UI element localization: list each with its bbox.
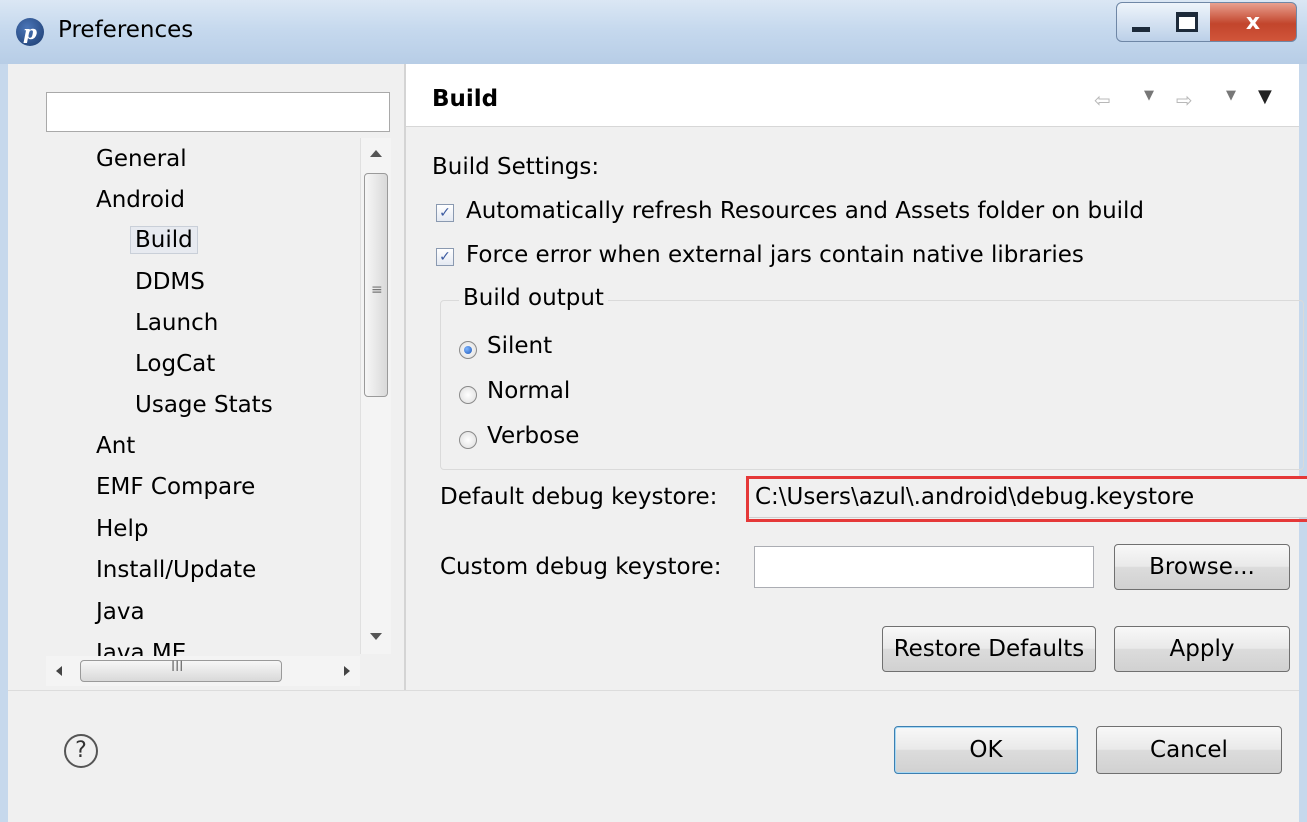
navigation-pane: General Android Build DDMS Launch LogCat… [38,78,412,690]
apply-button[interactable]: Apply [1114,626,1290,672]
forward-dropdown-icon[interactable]: ▼ [1226,88,1236,103]
silent-radio[interactable] [459,341,477,359]
tree-item-java[interactable]: Java [96,599,145,625]
custom-keystore-input[interactable] [754,546,1094,588]
minimize-button[interactable] [1116,2,1166,42]
help-icon[interactable]: ? [64,734,98,768]
minimize-icon [1132,26,1150,32]
default-keystore-label: Default debug keystore: [440,484,718,510]
filter-input[interactable] [46,92,390,132]
force-error-label[interactable]: Force error when external jars contain n… [466,242,1084,268]
tree-item-install-update[interactable]: Install/Update [96,557,256,583]
page-title: Build [432,86,499,112]
tree-item-help[interactable]: Help [96,516,148,542]
window-title: Preferences [58,17,194,43]
tree-item-ddms[interactable]: DDMS [135,269,205,295]
normal-radio[interactable] [459,386,477,404]
vertical-scroll-thumb[interactable]: ≡ [364,173,388,397]
app-logo-icon: p [16,18,44,46]
build-output-group: Build output Silent Normal Verbose [440,285,1304,470]
tree-item-usage-stats[interactable]: Usage Stats [135,392,273,418]
scroll-up-arrow-icon[interactable] [370,150,382,157]
restore-defaults-button[interactable]: Restore Defaults [882,626,1096,672]
page-header: Build ⇦ ▼ ⇨ ▼ ▼ [406,64,1299,127]
silent-label[interactable]: Silent [487,333,552,359]
build-settings-label: Build Settings: [432,154,600,180]
maximize-button[interactable] [1164,2,1211,42]
tree-item-emf-compare[interactable]: EMF Compare [96,474,255,500]
title-bar[interactable]: p Preferences x [0,0,1307,65]
scroll-down-arrow-icon[interactable] [370,633,382,640]
verbose-radio[interactable] [459,431,477,449]
preference-tree: General Android Build DDMS Launch LogCat… [38,142,412,692]
auto-refresh-checkbox[interactable]: ✓ [436,204,454,222]
auto-refresh-label[interactable]: Automatically refresh Resources and Asse… [466,198,1144,224]
tree-item-android[interactable]: Android [96,187,185,213]
close-icon: x [1245,9,1261,35]
back-arrow-icon[interactable]: ⇦ [1094,88,1111,112]
footer-separator [8,690,1299,691]
maximize-icon [1176,12,1198,32]
tree-vertical-scrollbar[interactable]: ≡ [360,138,391,654]
verbose-label[interactable]: Verbose [487,423,579,449]
tree-item-ant[interactable]: Ant [96,433,135,459]
cancel-button[interactable]: Cancel [1096,726,1282,774]
tree-item-launch[interactable]: Launch [135,310,218,336]
view-menu-icon[interactable]: ▼ [1258,86,1272,107]
tree-horizontal-scrollbar[interactable]: III [46,656,360,686]
force-error-checkbox[interactable]: ✓ [436,248,454,266]
tree-item-build[interactable]: Build [130,226,198,254]
dialog-body: General Android Build DDMS Launch LogCat… [0,64,1307,822]
close-button[interactable]: x [1210,2,1297,42]
preference-page: Build ⇦ ▼ ⇨ ▼ ▼ Build Settings: ✓ Automa… [406,64,1307,690]
grip-icon: ≡ [371,282,383,298]
forward-arrow-icon[interactable]: ⇨ [1176,88,1193,112]
browse-button[interactable]: Browse... [1114,544,1290,590]
build-output-legend: Build output [459,285,608,311]
scroll-left-arrow-icon[interactable] [56,666,62,676]
keystore-highlight-box [746,476,1307,522]
grip-icon: III [171,659,184,675]
scroll-right-arrow-icon[interactable] [344,666,350,676]
tree-item-general[interactable]: General [96,146,187,172]
horizontal-scroll-thumb[interactable]: III [80,659,282,682]
tree-item-logcat[interactable]: LogCat [135,351,215,377]
ok-button[interactable]: OK [894,726,1078,774]
back-dropdown-icon[interactable]: ▼ [1144,88,1154,103]
preferences-window: p Preferences x General Android Build DD… [0,0,1307,822]
custom-keystore-label: Custom debug keystore: [440,554,722,580]
normal-label[interactable]: Normal [487,378,570,404]
